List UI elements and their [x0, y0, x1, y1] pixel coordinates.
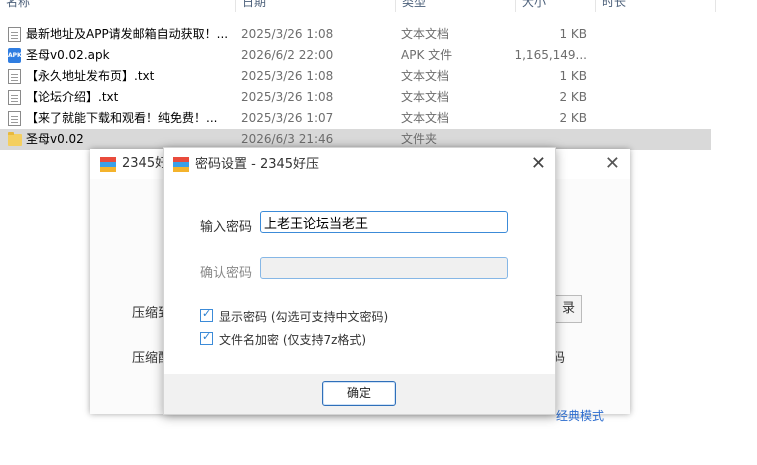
file-size: 2 KB [559, 111, 587, 125]
close-icon[interactable]: ✕ [605, 153, 620, 174]
file-size: 1,165,149... [514, 48, 587, 62]
file-size: 1 KB [559, 27, 587, 41]
file-name: 圣母v0.02.apk [26, 48, 110, 62]
file-date: 2025/3/26 1:08 [241, 27, 334, 41]
file-name: 【永久地址发布页】.txt [26, 69, 155, 83]
file-date: 2026/6/2 22:00 [241, 48, 334, 62]
checkbox-checked-icon[interactable] [200, 330, 213, 345]
file-name: 【来了就能下载和观看！纯免费！... [26, 111, 218, 125]
column-header-label: 日期 [242, 0, 267, 9]
column-header-label: 时长 [602, 0, 627, 9]
classic-mode-link[interactable]: 经典模式 [556, 407, 604, 424]
column-header-duration[interactable]: 时长 [596, 0, 716, 12]
password-dialog-titlebar: 密码设置 - 2345好压 ✕ [164, 148, 555, 181]
apk-file-icon: APK [8, 48, 22, 63]
confirm-password-input[interactable] [260, 257, 508, 279]
file-row[interactable]: APK 圣母v0.02.apk 2026/6/2 22:00 APK 文件 1,… [0, 45, 757, 66]
file-row[interactable]: 【来了就能下载和观看！纯免费！... 2025/3/26 1:07 文本文档 2… [0, 108, 757, 129]
column-header-label: 大小 [522, 0, 547, 9]
text-file-icon [8, 111, 21, 126]
file-type: 文本文档 [401, 69, 450, 83]
folder-icon [8, 132, 22, 146]
compress-window-title: 2345好 [122, 156, 169, 171]
text-file-icon [8, 27, 21, 42]
file-name: 最新地址及APP请发邮箱自动获取！... [26, 27, 229, 41]
ok-button[interactable]: 确定 [322, 381, 396, 406]
browse-button[interactable]: 录 [552, 295, 582, 323]
file-date: 2025/3/26 1:07 [241, 111, 334, 125]
file-row[interactable]: 【论坛介绍】.txt 2025/3/26 1:08 文本文档 2 KB [0, 87, 757, 108]
haozip-logo-icon [173, 157, 189, 173]
password-label: 输入密码 [200, 220, 253, 235]
column-header-date[interactable]: 日期 [236, 0, 396, 12]
file-type: APK 文件 [401, 48, 453, 62]
file-type: 文本文档 [401, 111, 450, 125]
column-header-bar: 名称 日期 类型 大小 时长 [0, 0, 757, 12]
file-row[interactable]: 最新地址及APP请发邮箱自动获取！... 2025/3/26 1:08 文本文档… [0, 24, 757, 45]
show-password-label: 显示密码 (勾选可支持中文密码) [219, 310, 389, 324]
file-name: 【论坛介绍】.txt [26, 90, 119, 104]
file-row[interactable]: 【永久地址发布页】.txt 2025/3/26 1:08 文本文档 1 KB [0, 66, 757, 87]
file-type: 文本文档 [401, 90, 450, 104]
column-header-type[interactable]: 类型 [396, 0, 516, 12]
column-header-label: 名称 [6, 0, 31, 9]
column-header-label: 类型 [402, 0, 427, 9]
file-type: 文本文档 [401, 27, 450, 41]
confirm-password-label: 确认密码 [200, 266, 253, 281]
column-header-size[interactable]: 大小 [516, 0, 596, 12]
column-header-name[interactable]: 名称 [0, 0, 236, 12]
encrypt-filenames-label: 文件名加密 (仅支持7z格式) [219, 333, 367, 347]
file-date: 2025/3/26 1:08 [241, 69, 334, 83]
checkbox-checked-icon[interactable] [200, 307, 213, 322]
file-size: 2 KB [559, 90, 587, 104]
dialog-footer: 确定 [164, 374, 555, 414]
password-dialog-title: 密码设置 - 2345好压 [195, 157, 320, 172]
haozip-logo-icon [100, 157, 116, 173]
password-dialog: 密码设置 - 2345好压 ✕ 输入密码 确认密码 显示密码 (勾选可支持中文密… [163, 147, 556, 415]
close-icon[interactable]: ✕ [531, 153, 546, 174]
file-date: 2025/3/26 1:08 [241, 90, 334, 104]
text-file-icon [8, 69, 21, 84]
file-size: 1 KB [559, 69, 587, 83]
text-file-icon [8, 90, 21, 105]
password-input[interactable] [260, 211, 508, 233]
